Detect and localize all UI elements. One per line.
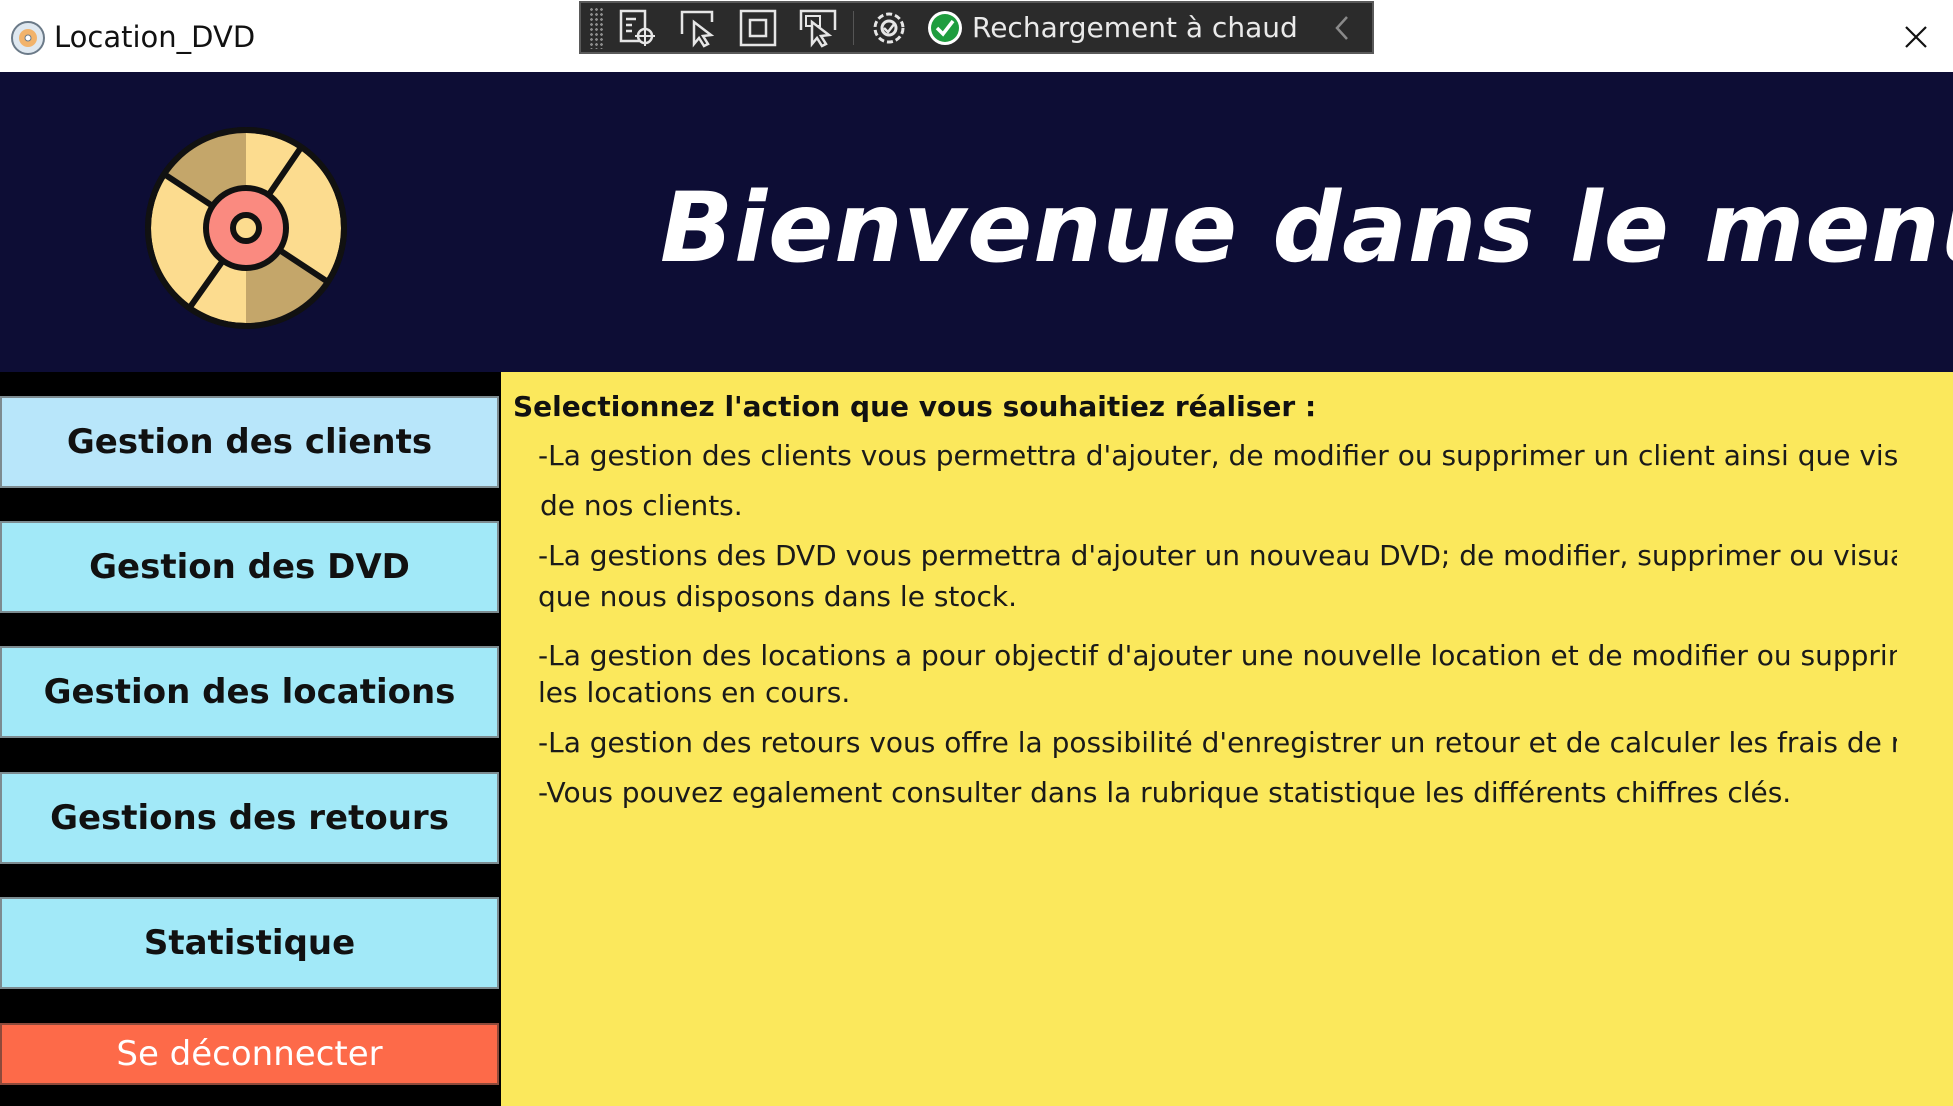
content-panel: Selectionnez l'action que vous souhaitie… [501, 372, 1953, 1106]
close-icon [1905, 26, 1927, 48]
display-layout-adorners-icon [739, 9, 777, 46]
description-area: Selectionnez l'action que vous souhaitie… [501, 372, 1897, 1106]
select-element-button[interactable] [673, 6, 723, 50]
clients-description-line-1: -La gestion des clients vous permettra d… [538, 439, 1897, 472]
header: Bienvenue dans le menu [0, 72, 1953, 372]
track-focus-button[interactable] [793, 6, 843, 50]
display-layout-adorners-button[interactable] [733, 6, 783, 50]
collapse-toolbar-button[interactable] [1332, 8, 1352, 48]
locations-button[interactable]: Gestion des locations [0, 646, 499, 738]
close-button[interactable] [1893, 14, 1939, 60]
xaml-debug-toolbar: Rechargement à chaud [579, 1, 1374, 54]
track-focus-icon [799, 9, 837, 48]
dvd-disc-logo [145, 127, 347, 329]
dvd-disc-icon [11, 21, 45, 55]
live-visual-tree-icon [619, 9, 655, 46]
dvd-button[interactable]: Gestion des DVD [0, 521, 499, 613]
clients-description-line-2: de nos clients. [540, 489, 743, 522]
dvd-description-line-1: -La gestions des DVD vous permettra d'aj… [538, 539, 1897, 572]
returns-button[interactable]: Gestions des retours [0, 772, 499, 864]
checkmark-circle-icon [928, 10, 962, 45]
select-element-icon [680, 10, 715, 48]
binding-failures-icon [873, 12, 905, 43]
binding-failures-button[interactable] [864, 6, 914, 50]
sidebar: Gestion des clients Gestion des DVD Gest… [0, 372, 501, 1106]
dvd-description-line-2: que nous disposons dans le stock. [538, 580, 1018, 613]
toolbar-separator [853, 10, 854, 45]
locations-description-line-2: les locations en cours. [538, 676, 851, 709]
toolbar-grip[interactable] [589, 6, 603, 49]
statistics-description: -Vous pouvez egalement consulter dans la… [538, 776, 1792, 809]
chevron-left-icon [1335, 15, 1348, 40]
intro-heading: Selectionnez l'action que vous souhaitie… [513, 390, 1317, 423]
welcome-title: Bienvenue dans le menu [660, 172, 1953, 284]
logout-button[interactable]: Se déconnecter [0, 1023, 499, 1085]
statistics-button[interactable]: Statistique [0, 897, 499, 989]
hot-reload-label: Rechargement à chaud [972, 11, 1298, 44]
window-title: Location_DVD [54, 20, 256, 54]
hot-reload-button[interactable]: Rechargement à chaud [926, 9, 1298, 47]
locations-description-line-1: -La gestion des locations a pour objecti… [538, 639, 1897, 672]
returns-description: -La gestion des retours vous offre la po… [538, 726, 1897, 759]
live-visual-tree-button[interactable] [613, 6, 663, 50]
clients-button[interactable]: Gestion des clients [0, 396, 499, 488]
